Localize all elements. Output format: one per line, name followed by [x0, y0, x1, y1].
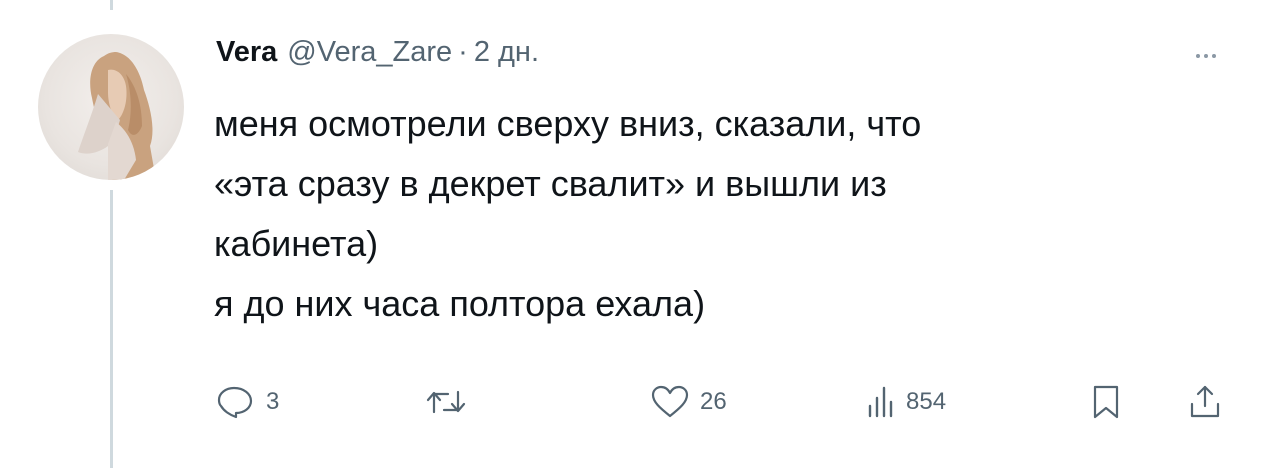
views-icon [868, 386, 893, 418]
bookmark-button[interactable] [1090, 380, 1122, 424]
author-name[interactable]: Vera [216, 36, 277, 69]
retweet-icon [426, 390, 466, 414]
reply-button[interactable]: 3 [216, 380, 279, 424]
share-button[interactable] [1188, 380, 1222, 424]
more-dot [1196, 54, 1200, 58]
more-dot [1212, 54, 1216, 58]
more-options-icon[interactable] [1178, 44, 1234, 68]
reply-icon [217, 386, 253, 419]
retweet-button[interactable] [424, 380, 478, 424]
tweet-header: Vera @Vera_Zare · 2 дн. [216, 36, 539, 80]
views-count: 854 [906, 388, 947, 415]
timestamp[interactable]: 2 дн. [474, 36, 539, 69]
share-icon [1190, 385, 1220, 418]
tweet-text-line: «эта сразу в декрет свалит» и вышли из [214, 163, 887, 204]
author-handle[interactable]: @Vera_Zare [287, 36, 452, 69]
views-button[interactable]: 854 [866, 380, 946, 424]
tweet-text-line: я до них часа полтора ехала) [214, 283, 706, 324]
more-dot [1204, 54, 1208, 58]
avatar-photo [78, 52, 156, 180]
avatar[interactable] [38, 34, 184, 180]
tweet-text-line: кабинета) [214, 223, 379, 264]
bookmark-icon [1093, 385, 1119, 419]
thread-line [110, 190, 113, 468]
heart-icon [651, 385, 689, 418]
like-count: 26 [700, 388, 727, 415]
tweet-text: меня осмотрели сверху вниз, сказали, что… [214, 94, 1224, 334]
like-button[interactable]: 26 [650, 380, 727, 424]
reply-count: 3 [266, 388, 280, 415]
tweet-text-line: меня осмотрели сверху вниз, сказали, что [214, 103, 922, 144]
action-bar: 3 26 854 [216, 380, 1236, 424]
separator-dot: · [458, 36, 468, 68]
thread-line-top [110, 0, 113, 10]
